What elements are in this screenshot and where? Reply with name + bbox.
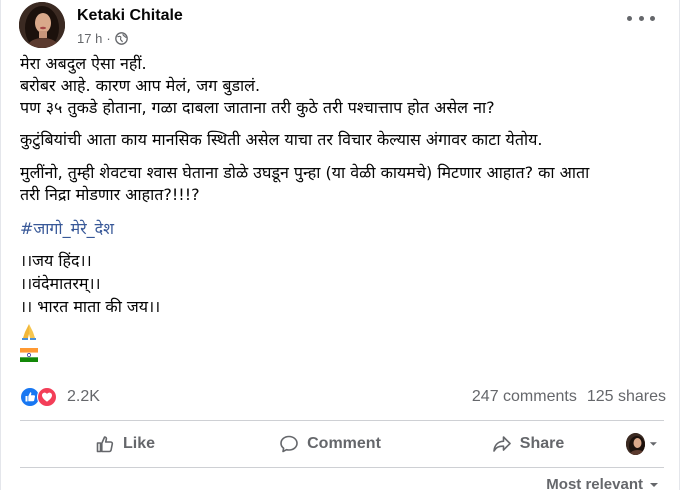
post-content: मेरा अबदुल ऐसा नहीं. बरोबर आहे. कारण आप … bbox=[20, 54, 660, 369]
divider bbox=[20, 467, 664, 468]
post-meta: 17 h · bbox=[77, 31, 183, 46]
author-info: Ketaki Chitale 17 h · bbox=[77, 6, 183, 46]
share-arrow-icon bbox=[492, 436, 511, 452]
post-line: मेरा अबदुल ऐसा नहीं. bbox=[20, 54, 147, 73]
love-reaction-icon bbox=[37, 387, 57, 407]
reaction-count[interactable]: 2.2K bbox=[67, 388, 100, 406]
like-label: Like bbox=[122, 435, 155, 452]
emoji-row bbox=[20, 347, 660, 369]
hashtag-link[interactable]: #जागो_मेरे_देश bbox=[20, 219, 114, 239]
post-line: ।।जय हिंद।। bbox=[20, 251, 92, 270]
reaction-icons bbox=[20, 387, 57, 407]
emoji-row bbox=[20, 323, 660, 345]
more-options-icon[interactable] bbox=[627, 8, 655, 28]
share-button[interactable]: Share bbox=[430, 426, 626, 462]
divider bbox=[20, 420, 664, 421]
post-line: कुटुंबियांची आता काय मानसिक स्थिती असेल … bbox=[20, 130, 543, 149]
author-avatar[interactable] bbox=[19, 2, 65, 48]
comments-count[interactable]: 247 comments bbox=[472, 388, 577, 406]
shares-count[interactable]: 125 shares bbox=[587, 388, 666, 406]
post-header: Ketaki Chitale 17 h · bbox=[19, 2, 183, 52]
post-line: ।। भारत माता की जय।। bbox=[20, 297, 161, 316]
comment-bubble-icon bbox=[280, 435, 298, 453]
user-avatar bbox=[626, 433, 646, 455]
thumbs-up-icon bbox=[96, 436, 114, 453]
post-actions: Like Comment Share bbox=[20, 424, 666, 464]
folded-hands-emoji bbox=[22, 324, 36, 340]
comment-sort-dropdown[interactable]: Most relevant bbox=[546, 476, 659, 490]
post-line: मुलींनो, तुम्ही शेवटचा श्वास घेताना डोळे… bbox=[20, 163, 590, 204]
react-as-selector[interactable] bbox=[626, 426, 666, 462]
globe-icon[interactable] bbox=[114, 32, 128, 45]
post-line: बरोबर आहे. कारण आप मेलं, जग बुडालं. bbox=[20, 76, 261, 95]
comment-button[interactable]: Comment bbox=[230, 426, 430, 462]
india-flag-emoji bbox=[20, 348, 38, 362]
author-name[interactable]: Ketaki Chitale bbox=[77, 6, 183, 26]
engagement-counts: 247 comments 125 shares bbox=[472, 388, 666, 406]
post-line: पण ३५ तुकडे होताना, गळा दाबला जाताना तरी… bbox=[20, 98, 495, 117]
caret-down-icon bbox=[650, 482, 658, 487]
post-line: ।।वंदेमातरम्।। bbox=[20, 274, 101, 293]
reactions-bar: 2.2K 247 comments 125 shares bbox=[20, 382, 666, 412]
reaction-summary[interactable]: 2.2K bbox=[20, 387, 100, 407]
sort-label: Most relevant bbox=[546, 476, 643, 490]
avatar-portrait-icon bbox=[19, 2, 65, 48]
meta-separator: · bbox=[106, 31, 111, 46]
avatar-portrait-icon bbox=[626, 433, 646, 455]
caret-down-icon bbox=[650, 442, 658, 446]
share-label: Share bbox=[519, 435, 565, 452]
like-button[interactable]: Like bbox=[20, 426, 230, 462]
comment-label: Comment bbox=[307, 435, 381, 452]
facebook-post: Ketaki Chitale 17 h · मेरा अबदुल ऐसा नही… bbox=[0, 0, 680, 490]
post-time[interactable]: 17 h bbox=[77, 31, 102, 46]
